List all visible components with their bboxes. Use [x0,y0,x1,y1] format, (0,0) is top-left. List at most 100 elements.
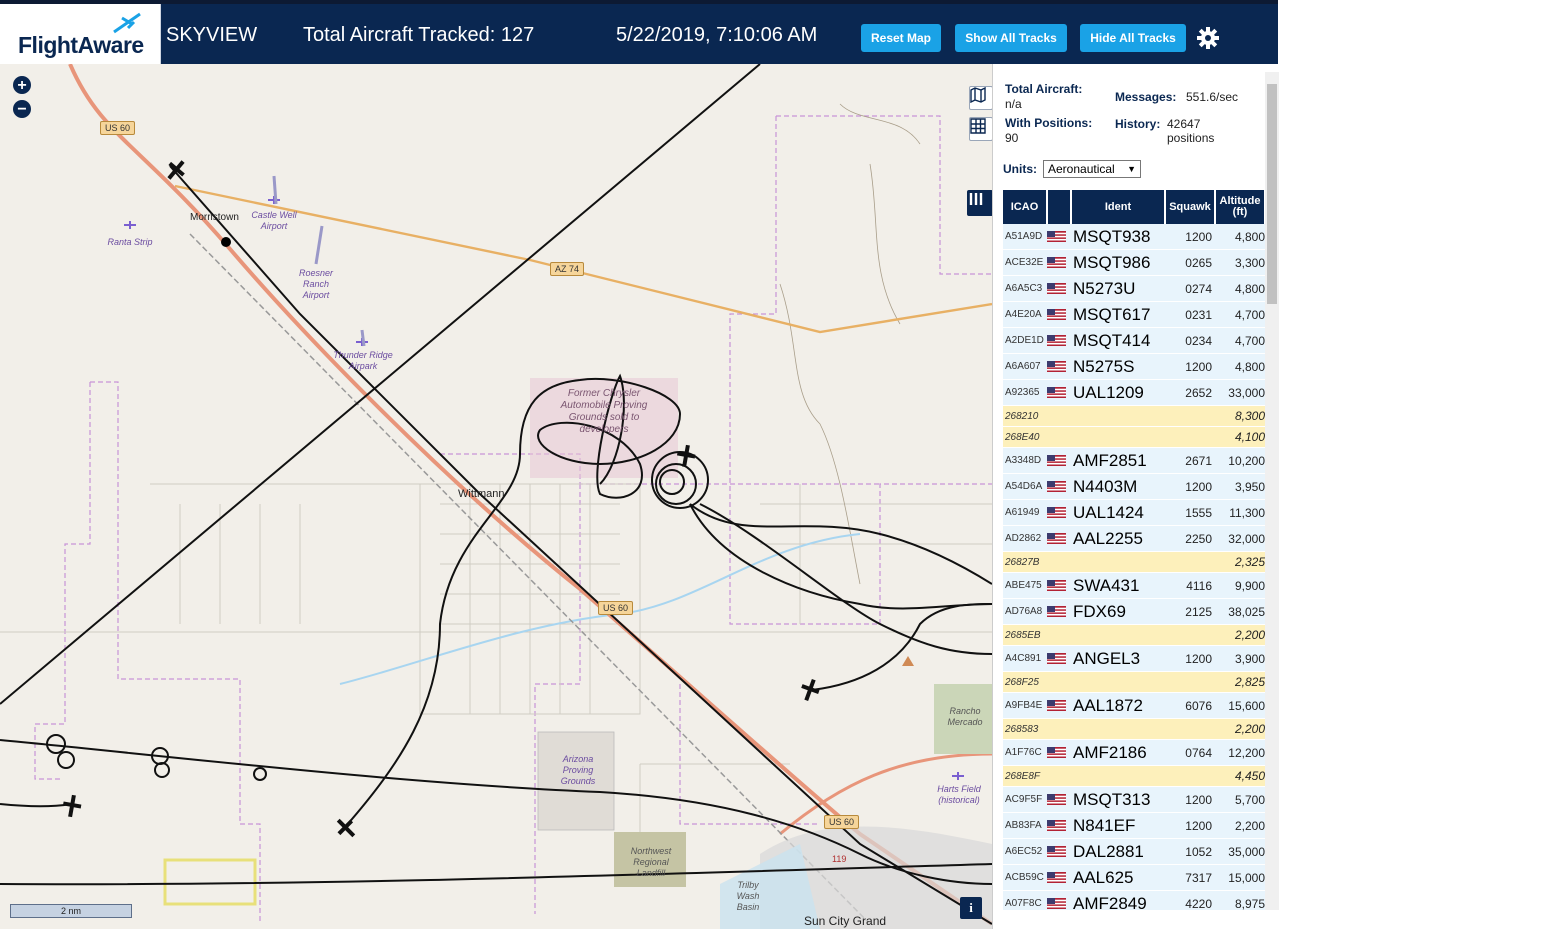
table-row[interactable]: AC9F5F MSQT313 1200 5,700 [1003,786,1265,813]
zoom-out-button[interactable]: − [13,100,31,118]
altitude-cell: 8,975 [1215,890,1265,910]
us-flag-icon [1047,793,1066,805]
icao-cell: ACE32E [1003,249,1047,276]
us-flag-icon [1047,605,1066,617]
table-row[interactable]: A9FB4E AAL1872 6076 15,600 [1003,692,1265,719]
table-row[interactable]: A61949 UAL1424 1555 11,300 [1003,499,1265,526]
table-row[interactable]: AD76A8 FDX69 2125 38,025 [1003,598,1265,625]
altitude-cell: 4,800 [1215,353,1265,380]
info-button[interactable]: i [960,897,982,919]
us-flag-icon [1047,652,1066,664]
icao-cell: A6EC52 [1003,838,1047,865]
squawk-cell: 1052 [1165,838,1215,865]
squawk-cell: 2250 [1165,525,1215,552]
table-row[interactable]: A4E20A MSQT617 0231 4,700 [1003,301,1265,328]
table-row[interactable]: A1F76C AMF2186 0764 12,200 [1003,739,1265,766]
table-row[interactable]: A6A5C3 N5273U 0274 4,800 [1003,275,1265,302]
ident-cell: AAL625 [1071,864,1165,891]
zoom-in-button[interactable]: + [13,76,31,94]
table-row[interactable]: AB83FA N841EF 1200 2,200 [1003,812,1265,839]
ident-cell [1071,426,1165,448]
map-canvas[interactable]: + − Morristown Castle Well Airport Ranta… [0,64,992,929]
squawk-cell: 0265 [1165,249,1215,276]
us-flag-icon [1047,256,1066,268]
icao-cell: 268E40 [1003,426,1047,448]
table-row[interactable]: 268F25 2,825 [1003,671,1265,693]
flag-cell [1047,379,1071,406]
units-label: Units: [1003,162,1037,176]
table-row[interactable]: 268210 8,300 [1003,405,1265,427]
aircraft-table-container[interactable]: ICAO Ident Squawk Altitude (ft) A51A9D MS… [1003,190,1265,910]
reset-map-button[interactable]: Reset Map [861,24,941,52]
show-all-tracks-button[interactable]: Show All Tracks [955,24,1067,52]
flag-cell [1047,838,1071,865]
ident-cell [1071,765,1165,787]
table-row[interactable]: 268583 2,200 [1003,718,1265,740]
ident-cell: MSQT986 [1071,249,1165,276]
us-flag-icon [1047,746,1066,758]
table-row[interactable]: AD2862 AAL2255 2250 32,000 [1003,525,1265,552]
table-row[interactable]: A6EC52 DAL2881 1052 35,000 [1003,838,1265,865]
flag-cell [1047,551,1071,573]
ident-cell: AAL2255 [1071,525,1165,552]
table-row[interactable]: A6A607 N5275S 1200 4,800 [1003,353,1265,380]
flag-cell [1047,624,1071,646]
flightaware-logo[interactable]: FlightAware [0,4,161,64]
table-row[interactable]: A92365 UAL1209 2652 33,000 [1003,379,1265,406]
table-row[interactable]: 2685EB 2,200 [1003,624,1265,646]
table-row[interactable]: 26827B 2,325 [1003,551,1265,573]
table-row[interactable]: 268E40 4,100 [1003,426,1265,448]
table-row[interactable]: ACE32E MSQT986 0265 3,300 [1003,249,1265,276]
toggle-sidebar-button[interactable] [967,190,992,216]
altitude-cell: 33,000 [1215,379,1265,406]
table-row[interactable]: A4C891 ANGEL3 1200 3,900 [1003,645,1265,672]
subdivision [163,858,257,906]
ident-cell [1071,718,1165,740]
grid-overlay-button[interactable] [969,117,992,141]
squawk-cell [1165,551,1215,573]
altitude-cell: 2,325 [1215,551,1265,573]
label-arizona-pg: Arizona Proving Grounds [560,754,596,786]
hide-all-tracks-button[interactable]: Hide All Tracks [1080,24,1186,52]
ident-cell: AAL1872 [1071,692,1165,719]
squawk-cell [1165,426,1215,448]
table-row[interactable]: 268E8F 4,450 [1003,765,1265,787]
table-row[interactable]: ABE475 SWA431 4116 9,900 [1003,572,1265,599]
altitude-cell: 2,200 [1215,718,1265,740]
squawk-cell: 7317 [1165,864,1215,891]
flag-cell [1047,890,1071,910]
flag-cell [1047,598,1071,625]
gear-icon[interactable] [1196,26,1220,50]
us-flag-icon [1047,819,1066,831]
squawk-cell [1165,718,1215,740]
sidebar-scrollbar[interactable] [1265,72,1279,910]
squawk-cell: 4116 [1165,572,1215,599]
scrollbar-thumb[interactable] [1267,84,1277,304]
ident-cell: MSQT617 [1071,301,1165,328]
column-header-squawk[interactable]: Squawk [1165,190,1216,224]
column-header-flag[interactable] [1047,190,1072,224]
icao-cell: A4E20A [1003,301,1047,328]
icao-cell: AC9F5F [1003,786,1047,813]
column-header-altitude[interactable]: Altitude (ft) [1215,190,1265,224]
plane-logo-icon [113,12,141,34]
squawk-cell: 2671 [1165,447,1215,474]
table-row[interactable]: A2DE1D MSQT414 0234 4,700 [1003,327,1265,354]
table-row[interactable]: A54D6A N4403M 1200 3,950 [1003,473,1265,500]
peak-marker [902,656,914,666]
column-header-icao[interactable]: ICAO [1003,190,1048,224]
units-select[interactable]: Aeronautical ▼ [1043,160,1141,178]
column-header-ident[interactable]: Ident [1071,190,1166,224]
table-row[interactable]: ACB59C AAL625 7317 15,000 [1003,864,1265,891]
airport-icons [124,196,964,780]
table-row[interactable]: A07F8C AMF2849 4220 8,975 [1003,890,1265,910]
map-layer-button[interactable] [969,86,992,110]
icao-cell: 268583 [1003,718,1047,740]
table-row[interactable]: A51A9D MSQT938 1200 4,800 [1003,224,1265,250]
altitude-cell: 4,800 [1215,224,1265,250]
squawk-cell: 1200 [1165,473,1215,500]
with-positions-label: With Positions: [1005,116,1093,130]
table-row[interactable]: A3348D AMF2851 2671 10,200 [1003,447,1265,474]
flag-cell [1047,426,1071,448]
altitude-cell: 11,300 [1215,499,1265,526]
